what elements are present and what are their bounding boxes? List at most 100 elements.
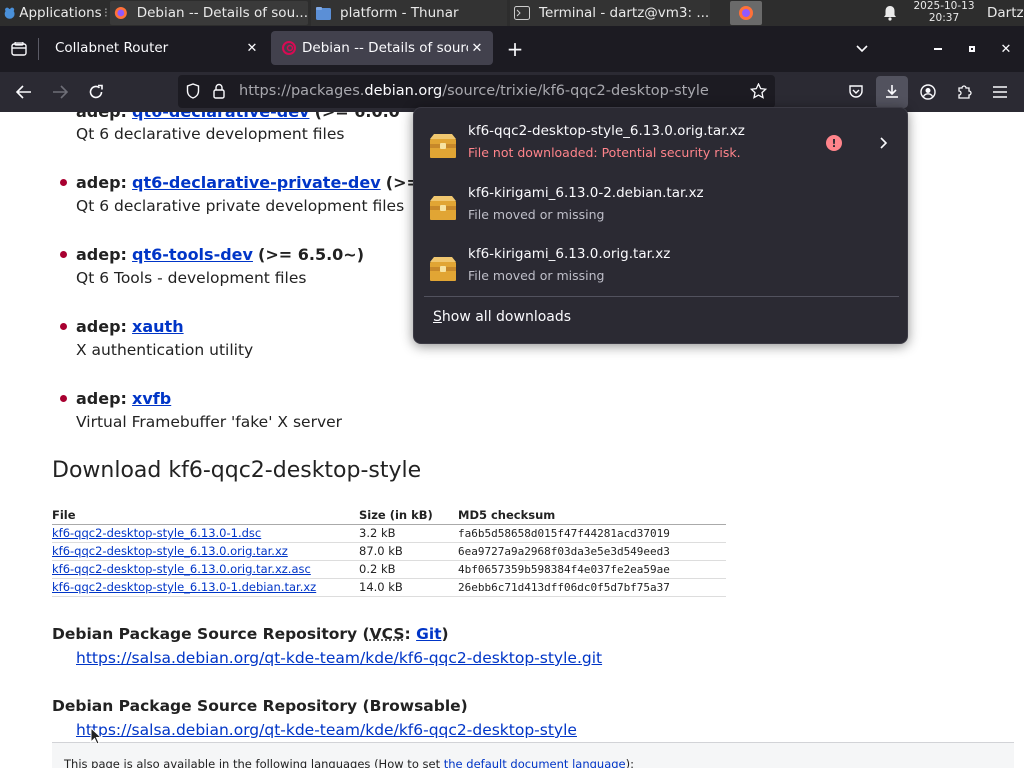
vcs-repository-url: https://salsa.debian.org/qt-kde-team/kde… — [76, 649, 602, 667]
bullet-icon — [60, 323, 67, 330]
reload-icon[interactable] — [80, 76, 112, 108]
tab-debian-details[interactable]: Debian -- Details of source ✕ — [271, 31, 493, 65]
hamburger-menu-icon[interactable] — [984, 76, 1016, 108]
chevron-right-icon[interactable] — [874, 133, 894, 153]
vcs-heading-colon: : — [404, 625, 417, 643]
new-tab-plus-icon[interactable]: + — [503, 37, 527, 61]
download-filename: kf6-kirigami_6.13.0-2.debian.tar.xz — [468, 185, 704, 201]
downloads-panel: kf6-qqc2-desktop-style_6.13.0.orig.tar.x… — [413, 107, 908, 344]
debian-swirl-icon — [282, 41, 296, 55]
desktop-panel: Applications ⁝ Debian -- Details of sou.… — [0, 0, 1024, 26]
downloads-icon[interactable] — [876, 76, 908, 108]
clock-time: 20:37 — [928, 11, 960, 24]
file-link[interactable]: kf6-qqc2-desktop-style_6.13.0.orig.tar.x… — [52, 544, 288, 558]
download-item[interactable]: kf6-kirigami_6.13.0-2.debian.tar.xz File… — [422, 177, 900, 235]
file-cell: kf6-qqc2-desktop-style_6.13.0.orig.tar.x… — [52, 560, 359, 579]
user-name: Dartz — [987, 5, 1024, 21]
account-icon[interactable] — [912, 76, 944, 108]
dependency-link[interactable]: qt6-declarative-dev — [132, 112, 309, 121]
window-close-icon[interactable]: ✕ — [996, 39, 1016, 59]
dependency-description: X authentication utility — [76, 341, 254, 359]
download-item[interactable]: kf6-kirigami_6.13.0.orig.tar.xz File mov… — [422, 238, 900, 296]
taskbar-item-terminal[interactable]: Terminal - dartz@vm3: ... — [510, 0, 710, 26]
back-arrow-icon[interactable] — [8, 76, 40, 108]
dependency-description: Qt 6 declarative development files — [76, 125, 345, 143]
dependency-kind: adep: — [76, 245, 127, 264]
tab-separator — [38, 38, 39, 60]
dependency-kind: adep: — [76, 112, 127, 121]
column-header-file: File — [52, 506, 359, 525]
list-all-tabs-chevron-icon[interactable] — [852, 39, 872, 59]
taskbar-item-thunar[interactable]: platform - Thunar — [311, 0, 507, 26]
folder-icon — [316, 6, 331, 20]
dependency-link[interactable]: qt6-tools-dev — [132, 245, 253, 264]
tab-close-icon[interactable]: ✕ — [467, 38, 487, 58]
dependency-description: Qt 6 declarative private development fil… — [76, 197, 405, 215]
dependency-item: adep: xauth — [76, 315, 184, 339]
dependency-link[interactable]: xvfb — [132, 389, 171, 408]
dependency-version: (>= 6.5.0~) — [258, 245, 364, 264]
taskbar-label: Terminal - dartz@vm3: ... — [539, 5, 710, 21]
vcs-url-link[interactable]: https://salsa.debian.org/qt-kde-team/kde… — [76, 649, 602, 667]
file-link[interactable]: kf6-qqc2-desktop-style_6.13.0-1.dsc — [52, 526, 261, 540]
size-cell: 0.2 kB — [359, 560, 458, 579]
tab-collabnet-router[interactable]: Collabnet Router ✕ — [44, 31, 268, 65]
download-item[interactable]: kf6-qqc2-desktop-style_6.13.0.orig.tar.x… — [422, 115, 900, 173]
user-menu[interactable]: Dartz — [987, 0, 1024, 26]
table-row: kf6-qqc2-desktop-style_6.13.0.orig.tar.x… — [52, 560, 726, 579]
dependency-description: Qt 6 Tools - development files — [76, 269, 307, 287]
file-link[interactable]: kf6-qqc2-desktop-style_6.13.0.orig.tar.x… — [52, 562, 311, 576]
dependency-link[interactable]: xauth — [132, 317, 184, 336]
lock-icon[interactable] — [213, 83, 225, 103]
taskbar-item-browser[interactable]: Debian -- Details of sou... — [110, 1, 308, 25]
panel-clock[interactable]: 2025-10-13 20:37 — [906, 0, 982, 24]
archive-box-icon — [430, 196, 456, 220]
download-status: File moved or missing — [468, 268, 605, 283]
tab-close-icon[interactable]: ✕ — [242, 38, 262, 58]
screen: Applications ⁝ Debian -- Details of sou.… — [0, 0, 1024, 768]
default-language-link[interactable]: the default document language — [444, 757, 626, 768]
firefox-icon — [739, 6, 753, 20]
bullet-icon — [60, 395, 67, 402]
firefox-icon — [114, 7, 127, 19]
mouse-pointer-icon — [90, 727, 102, 745]
language-selection-bar: This page is also available in the follo… — [52, 742, 1014, 768]
firefox-view-icon[interactable] — [8, 38, 30, 60]
file-link[interactable]: kf6-qqc2-desktop-style_6.13.0-1.debian.t… — [52, 580, 316, 594]
show-all-downloads-button[interactable]: Show all downloads — [433, 309, 571, 325]
bullet-icon — [60, 251, 67, 258]
dependency-kind: adep: — [76, 389, 127, 408]
dependency-version: (>= 6.0.0 — [315, 112, 400, 121]
taskbar-label: platform - Thunar — [340, 5, 459, 21]
bookmark-star-icon[interactable] — [749, 82, 768, 103]
workspace-switcher[interactable] — [730, 1, 762, 25]
window-minimize-icon[interactable] — [928, 39, 948, 59]
applications-menu[interactable]: Applications ⁝ — [0, 0, 108, 26]
dependency-item: adep: xvfb — [76, 387, 171, 411]
tracking-shield-icon[interactable] — [186, 83, 200, 103]
url-text[interactable]: https://packages.debian.org/source/trixi… — [239, 83, 709, 99]
download-filename: kf6-kirigami_6.13.0.orig.tar.xz — [468, 246, 671, 262]
window-maximize-icon[interactable] — [962, 39, 982, 59]
dependency-item: adep: qt6-declarative-private-dev (>= — [76, 171, 420, 195]
accesskey-letter: S — [433, 309, 442, 325]
language-text-suffix: ): — [625, 757, 634, 768]
xfce-mouse-icon — [4, 7, 15, 19]
download-heading: Download kf6-qqc2-desktop-style — [52, 458, 422, 483]
md5-cell: fa6b5d58658d015f47f44281acd37019 — [458, 524, 726, 543]
notification-bell-icon[interactable] — [881, 0, 899, 26]
dependency-link[interactable]: qt6-declarative-private-dev — [132, 173, 381, 192]
tab-title: Debian -- Details of source — [302, 40, 468, 56]
browsable-url-link[interactable]: https://salsa.debian.org/qt-kde-team/kde… — [76, 721, 577, 739]
extensions-puzzle-icon[interactable] — [948, 76, 980, 108]
browsable-repository-heading: Debian Package Source Repository (Browsa… — [52, 697, 468, 715]
md5-cell: 26ebb6c71d413dff06dc0f5d7bf75a37 — [458, 578, 726, 597]
column-header-size: Size (in kB) — [359, 506, 458, 525]
vcs-repository-heading: Debian Package Source Repository (VCS: G… — [52, 625, 449, 643]
pocket-icon[interactable] — [840, 76, 872, 108]
git-link[interactable]: Git — [416, 625, 441, 643]
table-header-row: File Size (in kB) MD5 checksum — [52, 506, 726, 525]
forward-arrow-icon[interactable] — [44, 76, 76, 108]
address-bar[interactable]: https://packages.debian.org/source/trixi… — [178, 75, 775, 108]
taskbar-label: Debian -- Details of sou... — [136, 5, 308, 21]
